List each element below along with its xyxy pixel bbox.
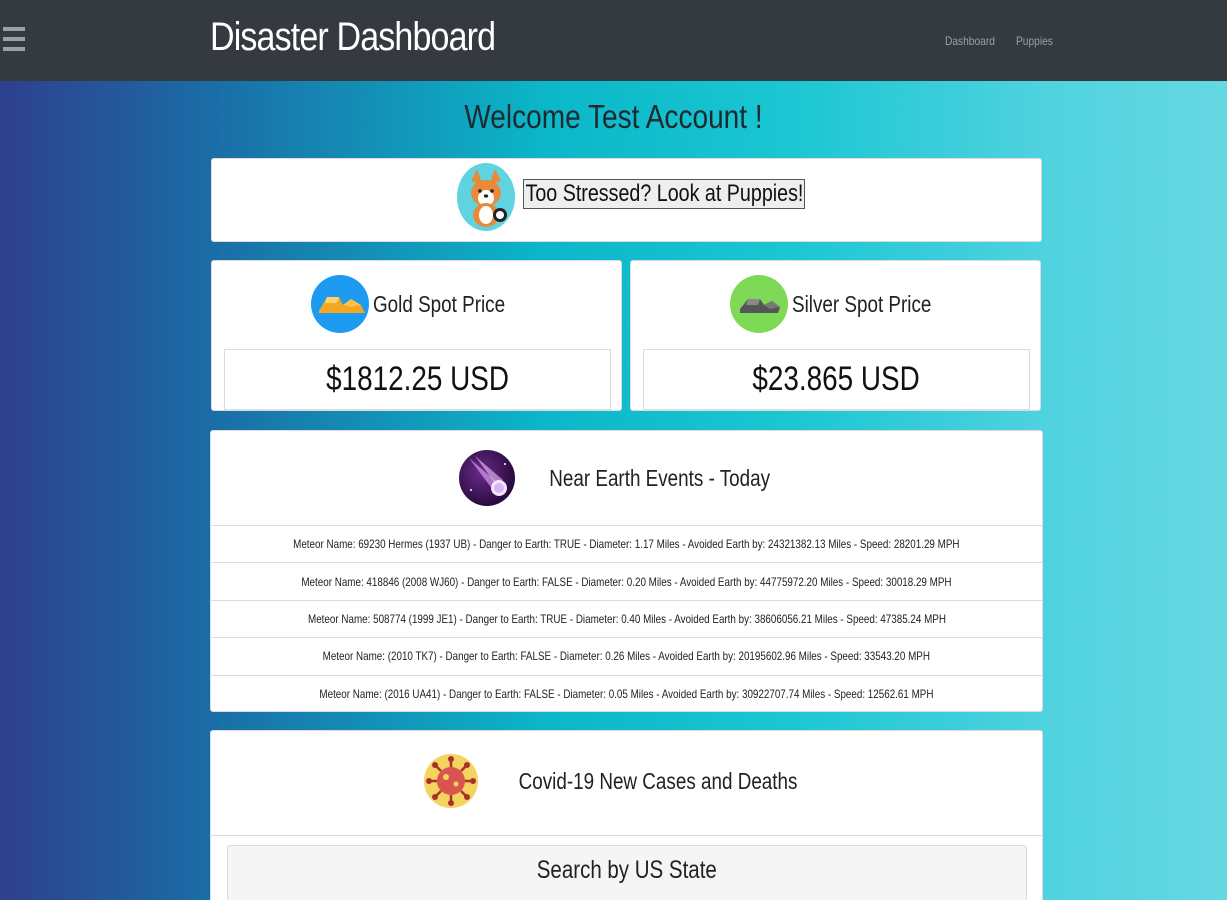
top-navbar: Disaster Dashboard Dashboard Puppies [0,0,1227,81]
look-at-puppies-button[interactable]: Too Stressed? Look at Puppies! [523,179,805,209]
silver-price-box: $23.865 USD [643,349,1030,410]
covid-title: Covid-19 New Cases and Deaths [519,767,798,794]
meteor-icon [458,450,515,506]
gold-price-card: Gold Spot Price $1812.25 USD [211,260,622,411]
gold-price-value: $1812.25 USD [326,360,509,398]
state-search-title: Search by US State [536,856,718,884]
list-item: Meteor Name: (2016 UA41) - Danger to Ear… [211,674,1042,712]
covid-card: Covid-19 New Cases and Deaths Search by … [210,730,1043,900]
near-earth-events-header: Near Earth Events - Today [211,449,1042,507]
list-item: Meteor Name: 69230 Hermes (1937 UB) - Da… [211,525,1042,562]
virus-icon [424,754,479,808]
corgi-icon [457,163,515,231]
list-item: Meteor Name: (2010 TK7) - Danger to Eart… [211,637,1042,674]
near-earth-events-title: Near Earth Events - Today [549,464,770,491]
nav-link-puppies[interactable]: Puppies [1016,34,1053,48]
near-earth-events-card: Near Earth Events - Today Meteor Name: 6… [210,430,1043,712]
nav-links: Dashboard Puppies [945,34,1059,48]
covid-header: Covid-19 New Cases and Deaths [211,753,1042,809]
state-search-panel: Search by US State [227,845,1027,900]
gold-price-title: Gold Spot Price [372,290,505,317]
welcome-heading: Welcome Test Account ! [464,98,763,135]
app-brand-title[interactable]: Disaster Dashboard [210,15,496,60]
silver-price-title: Silver Spot Price [791,290,931,317]
gold-price-box: $1812.25 USD [224,349,611,410]
silver-price-value: $23.865 USD [752,360,921,398]
list-item: Meteor Name: 418846 (2008 WJ60) - Danger… [211,562,1042,599]
hamburger-menu-icon[interactable] [3,27,25,51]
gold-price-header: Gold Spot Price [212,275,621,333]
silver-price-header: Silver Spot Price [631,275,1040,333]
puppies-card: Too Stressed? Look at Puppies! [211,158,1042,242]
gold-bars-icon [310,275,369,333]
silver-bars-icon [729,275,788,333]
silver-price-card: Silver Spot Price $23.865 USD [630,260,1041,411]
list-item: Meteor Name: 508774 (1999 JE1) - Danger … [211,599,1042,637]
meteor-list: Meteor Name: 69230 Hermes (1937 UB) - Da… [211,525,1042,712]
nav-link-dashboard[interactable]: Dashboard [945,34,995,48]
divider [211,835,1042,836]
